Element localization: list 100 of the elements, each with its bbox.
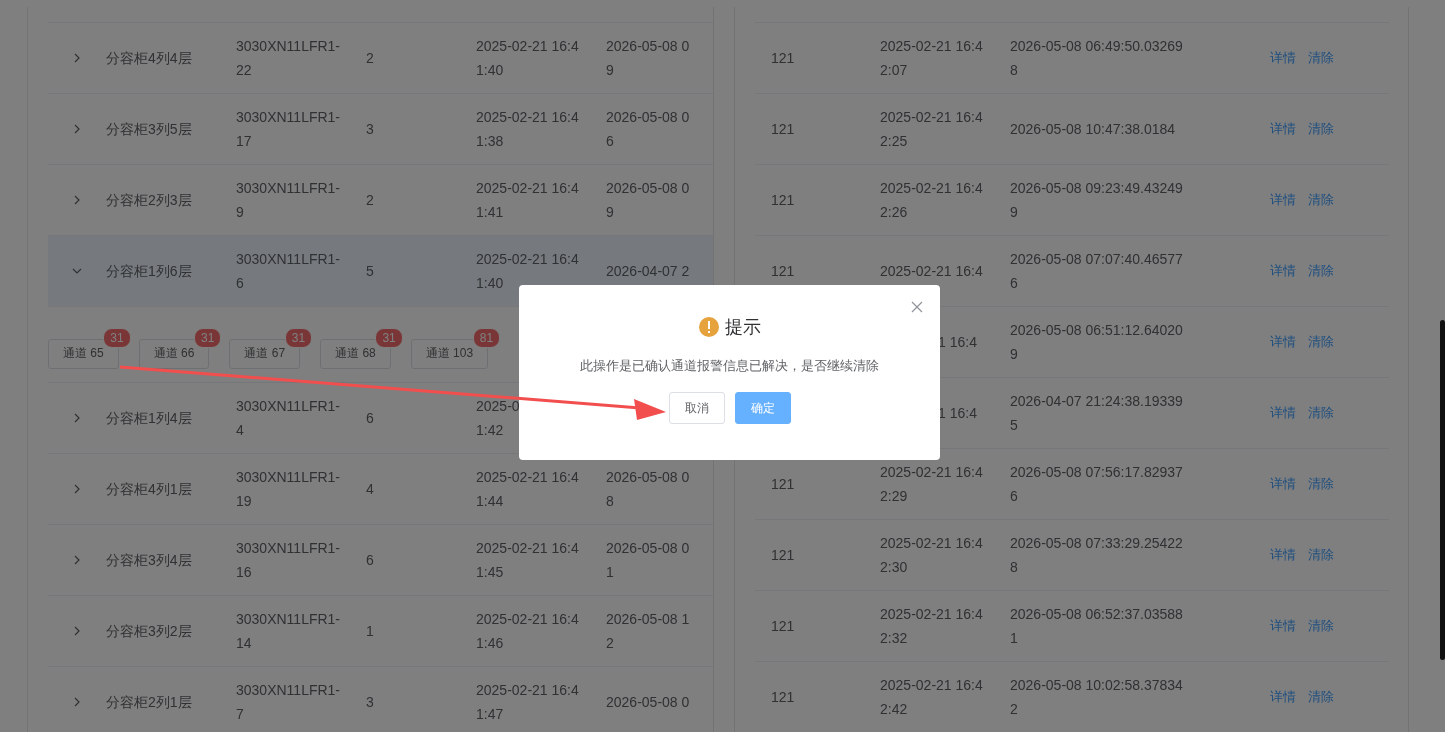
table-row[interactable]: 分容柜3列2层 3030XN11LFR1- 14 1 2025-02-21 16:4 1:46 2026-05-08 1 2 xyxy=(48,596,713,667)
action-link[interactable]: 详情 xyxy=(1270,688,1296,706)
table-cell-text: 2026-05-08 07:33:29.25422 8 xyxy=(1009,534,1184,577)
table-cell-text: 2025-0 1:42 xyxy=(475,397,521,440)
table-cell-text: 3030XN11LFR1- 17 xyxy=(235,108,342,151)
table-cell-text: 2025-02-21 16:4 2:25 xyxy=(879,108,984,151)
table-cell-text: 3030XN11LFR1- 7 xyxy=(235,681,342,724)
table-cell-text: 2025-02-21 16:4 1:40 xyxy=(475,250,580,293)
table-cell-text: 分容柜4列1层 xyxy=(105,480,193,499)
action-link[interactable]: 详情 xyxy=(1270,262,1296,280)
table-cell-text: 2025-02-21 16:4 1:46 xyxy=(475,610,580,653)
action-link[interactable]: 清除 xyxy=(1308,262,1334,280)
table-cell-text: 2026-05-08 06:49:50.03269 8 xyxy=(1009,37,1184,80)
table-cell-text: 2025-02-21 16:4 2:32 xyxy=(879,605,984,648)
table-cell-text: 121 xyxy=(770,617,796,636)
table-cell-text: 2 xyxy=(365,49,375,68)
table-cell-text: 2025-02-21 16:4 2:07 xyxy=(879,37,984,80)
table-cell-text: 2026-05-08 10:02:58.37834 2 xyxy=(1009,676,1184,719)
table-cell-text: 2026-05-08 0 9 xyxy=(605,179,691,222)
table-row[interactable]: 分容柜4列4层 3030XN11LFR1- 22 2 2025-02-21 16:4 1:40 2026-05-08 0 9 xyxy=(48,23,713,94)
table-cell-text: 121 xyxy=(770,191,796,210)
table-cell-text: 121 xyxy=(770,262,796,281)
action-link[interactable]: 详情 xyxy=(1270,120,1296,138)
table-cell-text: 2026-05-08 0 8 xyxy=(605,468,691,511)
table-cell-text: 2025-02-21 16:4 2:29 xyxy=(879,463,984,506)
action-link[interactable]: 清除 xyxy=(1308,688,1334,706)
action-link[interactable]: 清除 xyxy=(1308,120,1334,138)
dialog-title: 提示 xyxy=(724,316,761,339)
table-row[interactable]: 分容柜3列5层 3030XN11LFR1- 17 3 2025-02-21 16:4 1:38 2026-05-08 0 6 xyxy=(48,94,713,165)
table-cell-text: 2026-04-07 21:24:38.19339 5 xyxy=(1009,392,1184,435)
table-cell-text: 121 xyxy=(770,475,796,494)
table-cell-text: 4 xyxy=(365,480,375,499)
table-cell-text: 2026-05-08 06:51:12.64020 9 xyxy=(1009,321,1184,364)
table-cell-text: 2026-05-08 0 9 xyxy=(605,37,691,80)
count-badge: 31 xyxy=(103,327,131,348)
count-badge: 31 xyxy=(284,327,313,348)
table-cell-text: 6 xyxy=(365,551,375,570)
table-cell-text: 2025-02-21 16:4 2:42 xyxy=(879,676,984,719)
action-link[interactable]: 清除 xyxy=(1308,49,1334,67)
table-cell-text: 121 xyxy=(770,688,796,707)
table-cell-text: 2026-05-08 0 1 xyxy=(605,539,691,582)
table-cell-text: 2025-02-21 16:4 1:44 xyxy=(475,468,580,511)
action-link[interactable]: 清除 xyxy=(1308,617,1334,635)
action-link[interactable]: 详情 xyxy=(1270,617,1296,635)
table-cell-text: 2026-05-08 10:47:38.0184 xyxy=(1009,120,1177,139)
table-cell-text: 1 xyxy=(365,622,375,641)
table-cell-text: 2026-05-08 09:23:49.43249 9 xyxy=(1009,179,1184,222)
table-row[interactable]: 分容柜2列1层 3030XN11LFR1- 7 3 2025-02-21 16:4 1:47 2026-05-08 0 xyxy=(48,667,713,732)
action-link[interactable]: 清除 xyxy=(1308,475,1334,493)
table-cell-text: 2026-05-08 0 xyxy=(605,693,691,712)
table-cell-text: 121 xyxy=(770,49,796,68)
action-link[interactable]: 详情 xyxy=(1270,475,1296,493)
table-cell-text: 分容柜3列4层 xyxy=(105,551,193,570)
table-cell-text: 2026-05-08 07:56:17.82937 6 xyxy=(1009,463,1184,506)
table-cell-text: 分容柜3列5层 xyxy=(105,120,193,139)
table-cell-text: 3 xyxy=(365,693,375,712)
count-badge: 31 xyxy=(194,327,222,348)
table-cell-text: 分容柜2列3层 xyxy=(105,191,193,210)
table-cell-text: 5 xyxy=(365,262,375,281)
table-cell-text: 121 xyxy=(770,120,796,139)
table-cell-text: 2025-02-21 16:4 xyxy=(879,262,984,281)
action-link[interactable]: 详情 xyxy=(1270,546,1296,564)
table-row[interactable]: 分容柜1列6层 3030XN11LFR1- 6 5 2025-02-21 16:4 1:40 2026-04-07 2 xyxy=(48,236,713,307)
table-cell-text: 2025-02-21 16:4 1:45 xyxy=(475,539,580,582)
action-link[interactable]: 详情 xyxy=(1270,404,1296,422)
action-link[interactable]: 清除 xyxy=(1308,191,1334,209)
table-cell-text: 3030XN11LFR1- 9 xyxy=(235,179,342,222)
table-cell-text: 3030XN11LFR1- 4 xyxy=(235,397,342,440)
table-cell-text: 121 xyxy=(770,546,796,565)
table-cell-text: 2025-02-21 16:4 2:26 xyxy=(879,179,984,222)
table-cell-text: 3030XN11LFR1- 16 xyxy=(235,539,342,582)
table-cell-text: 2025-02-21 16:4 1:38 xyxy=(475,108,580,151)
action-link[interactable]: 详情 xyxy=(1270,191,1296,209)
action-link[interactable]: 清除 xyxy=(1308,404,1334,422)
table-cell-text: 分容柜1列4层 xyxy=(105,409,193,428)
count-badge: 81 xyxy=(472,327,501,348)
count-badge: 31 xyxy=(375,327,403,348)
action-link[interactable]: 详情 xyxy=(1270,333,1296,351)
action-link[interactable]: 清除 xyxy=(1308,333,1334,351)
table-row[interactable]: 分容柜3列4层 3030XN11LFR1- 16 6 2025-02-21 16:4 1:45 2026-05-08 0 1 xyxy=(48,525,713,596)
confirm-button[interactable]: 确定 xyxy=(734,392,791,424)
table-cell-text: 3030XN11LFR1- 14 xyxy=(235,610,342,653)
table-cell-text: 3 xyxy=(365,120,375,139)
table-cell-text: 6 xyxy=(365,409,375,428)
action-link[interactable]: 详情 xyxy=(1270,49,1296,67)
table-cell-text: 分容柜4列4层 xyxy=(105,49,193,68)
table-cell-text: 分容柜3列2层 xyxy=(105,622,193,641)
dialog-message: 此操作是已确认通道报警信息已解决，是否继续清除 xyxy=(580,357,879,375)
cancel-button[interactable]: 取消 xyxy=(668,392,725,424)
scrollbar-thumb[interactable] xyxy=(1440,320,1445,660)
table-cell-text: 2026-05-08 07:07:40.46577 6 xyxy=(1009,250,1184,293)
close-icon[interactable] xyxy=(911,301,923,313)
table-cell-text: 2025-02-21 16:4 1:40 xyxy=(475,37,580,80)
table-cell-text: 2026-05-08 0 6 xyxy=(605,108,691,151)
table-cell-text: 3030XN11LFR1- 6 xyxy=(235,250,342,293)
table-cell-text: 2026-05-08 1 2 xyxy=(605,610,691,653)
table-cell-text: 2026-04-07 2 xyxy=(605,262,691,281)
action-link[interactable]: 清除 xyxy=(1308,546,1334,564)
table-cell-text: 2025-02-21 16:4 1:41 xyxy=(475,179,580,222)
table-cell-text: 3030XN11LFR1- 22 xyxy=(235,37,342,80)
